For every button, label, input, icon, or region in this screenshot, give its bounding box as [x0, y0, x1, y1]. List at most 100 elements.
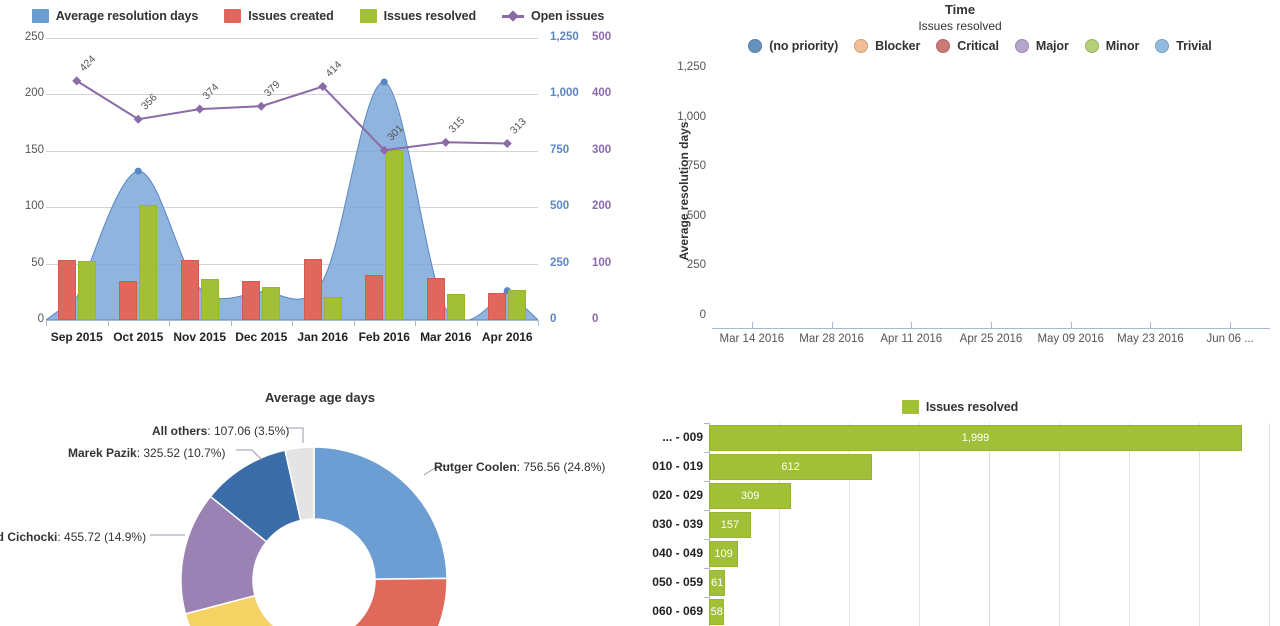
bubble-chart-panel: Time Issues resolved (no priority) Blocke…: [640, 0, 1280, 370]
combo-x-tick-label: Dec 2015: [231, 330, 293, 344]
combo-x-tick-mark: [415, 320, 416, 326]
bubble-chart-legend: (no priority) Blocker Critical Major Minor Tr…: [700, 36, 1260, 56]
donut-chart-panel: Average age days All others: 107.06 (3.5…: [0, 380, 640, 626]
hbar-gridline: [919, 423, 920, 626]
bubble-x-tick-mark: [1230, 322, 1231, 329]
bubble-legend-item-5[interactable]: Trivial: [1155, 39, 1211, 53]
axis-tick: 400: [592, 87, 636, 99]
combo-x-tick-label: Sep 2015: [46, 330, 108, 344]
axis-tick: 200: [0, 87, 44, 99]
donut-slice[interactable]: [321, 578, 448, 626]
hbar-category-label: ... - 009: [633, 430, 703, 444]
hbar-category-label: 030 - 039: [633, 517, 703, 531]
donut-slice-value: : 325.52 (10.7%): [137, 446, 226, 460]
hbar-category-label: 050 - 059: [633, 575, 703, 589]
hbar-category-label: 060 - 069: [633, 604, 703, 618]
svg-text:374: 374: [200, 81, 221, 102]
hbar-y-tick-mark: [704, 510, 710, 511]
hbar-legend-item-0[interactable]: Issues resolved: [902, 400, 1018, 414]
hbar-value-label: 61: [709, 570, 725, 596]
legend-label: Blocker: [875, 39, 920, 53]
bubble-y-tick-label: 0: [656, 309, 706, 321]
svg-text:414: 414: [323, 59, 344, 80]
axis-tick: 300: [592, 144, 636, 156]
hbar-category-label: 040 - 049: [633, 546, 703, 560]
hbar-y-tick-mark: [704, 481, 710, 482]
hbar-value-label: 1,999: [709, 425, 1242, 451]
combo-x-tick-label: Nov 2015: [169, 330, 231, 344]
combo-x-tick-mark: [354, 320, 355, 326]
axis-tick: 50: [0, 257, 44, 269]
bubble-legend-item-0[interactable]: (no priority): [748, 39, 838, 53]
legend-bubble-icon: [1085, 39, 1099, 53]
hbar-value-label: 612: [709, 454, 872, 480]
legend-label: Major: [1036, 39, 1069, 53]
combo-x-tick-mark: [231, 320, 232, 326]
donut-slice-label: Marek Pazik: 325.52 (10.7%): [68, 446, 225, 460]
bubble-y-tick-label: 1,250: [656, 61, 706, 73]
svg-text:379: 379: [262, 78, 283, 99]
bubble-x-tick-mark: [1071, 322, 1072, 329]
svg-text:424: 424: [77, 53, 98, 74]
bubble-legend-item-2[interactable]: Critical: [936, 39, 999, 53]
bubble-legend-title: Issues resolved: [640, 19, 1280, 33]
hbar-y-tick-mark: [704, 568, 710, 569]
bubble-x-tick-label: Mar 14 2016: [707, 333, 797, 345]
bubble-x-tick-mark: [832, 322, 833, 329]
donut-slice-value: : 455.72 (14.9%): [57, 530, 146, 544]
combo-x-tick-label: Oct 2015: [108, 330, 170, 344]
axis-tick: 250: [0, 31, 44, 43]
axis-tick: 150: [0, 144, 44, 156]
bubble-legend-item-1[interactable]: Blocker: [854, 39, 920, 53]
combo-chart-plot: 424356374379414301315313: [46, 38, 538, 320]
legend-label: Issues resolved: [926, 400, 1018, 414]
hbar-gridline: [1199, 423, 1200, 626]
bubble-x-tick-label: Mar 28 2016: [787, 333, 877, 345]
legend-bubble-icon: [1015, 39, 1029, 53]
legend-label: Critical: [957, 39, 999, 53]
donut-slice-label: Rutger Coolen: 756.56 (24.8%): [434, 460, 605, 474]
bubble-x-tick-label: Apr 11 2016: [866, 333, 956, 345]
donut-slice-name: Rutger Coolen: [434, 460, 517, 474]
combo-x-tick-label: Apr 2016: [477, 330, 539, 344]
hbar-y-tick-mark: [704, 452, 710, 453]
donut-slice[interactable]: [314, 447, 447, 579]
axis-tick: 1,250: [550, 31, 594, 43]
dashboard-root: Average resolution daysIssues createdIss…: [0, 0, 1280, 626]
axis-tick: 1,000: [550, 87, 594, 99]
hbar-value-label: 109: [709, 541, 738, 567]
svg-text:301: 301: [385, 122, 406, 143]
legend-bubble-icon: [1155, 39, 1169, 53]
axis-tick: 200: [592, 200, 636, 212]
hbar-gridline: [1059, 423, 1060, 626]
donut-slice-name: nrad Cichocki: [0, 530, 57, 544]
legend-label: Minor: [1106, 39, 1140, 53]
axis-tick: 100: [592, 257, 636, 269]
bubble-legend-item-4[interactable]: Minor: [1085, 39, 1140, 53]
bubble-x-tick-label: Jun 06 ...: [1185, 333, 1275, 345]
axis-tick: 0: [550, 313, 594, 325]
donut-slice-name: All others: [152, 424, 207, 438]
axis-tick: 750: [550, 144, 594, 156]
axis-tick: 0: [592, 313, 636, 325]
bubble-x-tick-mark: [752, 322, 753, 329]
bubble-y-axis-label: Average resolution days: [677, 101, 691, 281]
bubble-x-tick-label: Apr 25 2016: [946, 333, 1036, 345]
donut-chart-svg: [0, 380, 640, 626]
svg-text:356: 356: [139, 91, 160, 112]
svg-text:315: 315: [446, 114, 467, 135]
bubble-legend-item-3[interactable]: Major: [1015, 39, 1069, 53]
axis-tick: 500: [550, 200, 594, 212]
hbar-category-label: 020 - 029: [633, 488, 703, 502]
legend-label: (no priority): [769, 39, 838, 53]
bubble-x-tick-label: May 23 2016: [1105, 333, 1195, 345]
legend-bubble-icon: [936, 39, 950, 53]
legend-label: Trivial: [1176, 39, 1211, 53]
donut-slice-name: Marek Pazik: [68, 446, 137, 460]
hbar-value-label: 157: [709, 512, 751, 538]
donut-slice-label: nrad Cichocki: 455.72 (14.9%): [0, 530, 146, 544]
legend-swatch-icon: [902, 400, 919, 414]
combo-open-issues-line: 424356374379414301315313: [46, 8, 538, 330]
bubble-chart-title: Time: [640, 2, 1280, 17]
axis-tick: 100: [0, 200, 44, 212]
